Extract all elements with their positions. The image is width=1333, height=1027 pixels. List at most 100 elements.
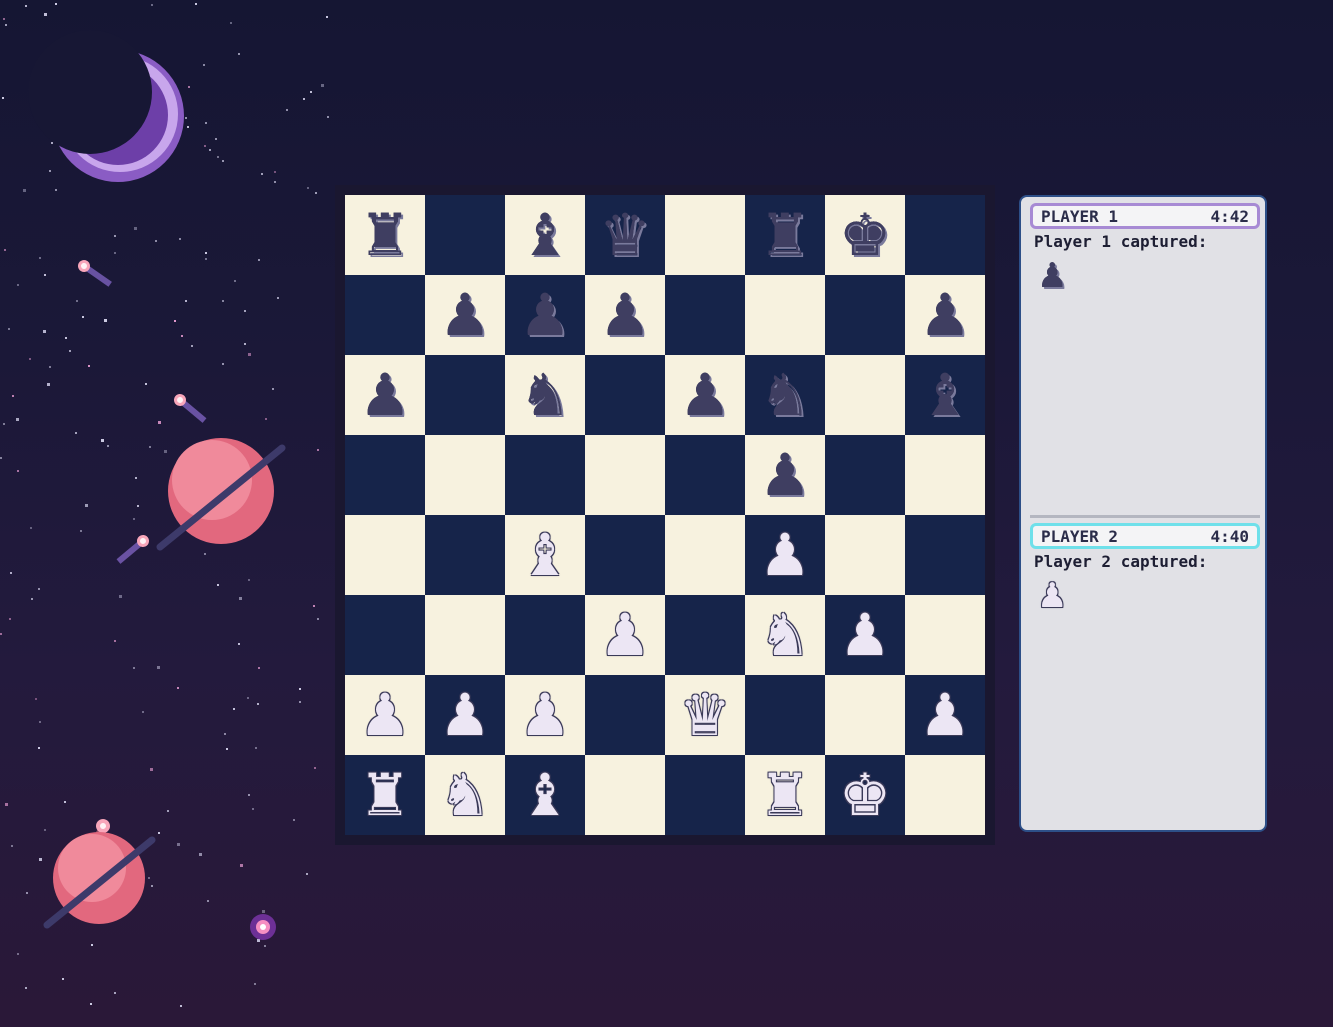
white-pawn-icon[interactable]: ♟ [839, 606, 891, 664]
square-b1[interactable]: ♞ [425, 755, 505, 835]
square-e2[interactable]: ♛ [665, 675, 745, 755]
black-bishop-icon[interactable]: ♝ [519, 206, 571, 264]
square-a7[interactable] [345, 275, 425, 355]
square-b7[interactable]: ♟ [425, 275, 505, 355]
square-h8[interactable] [905, 195, 985, 275]
star-dot [317, 449, 319, 451]
square-e6[interactable]: ♟ [665, 355, 745, 435]
square-e7[interactable] [665, 275, 745, 355]
square-h7[interactable]: ♟ [905, 275, 985, 355]
square-g3[interactable]: ♟ [825, 595, 905, 675]
square-h5[interactable] [905, 435, 985, 515]
square-d3[interactable]: ♟ [585, 595, 665, 675]
white-pawn-icon[interactable]: ♟ [439, 686, 491, 744]
square-a8[interactable]: ♜ [345, 195, 425, 275]
square-g2[interactable] [825, 675, 905, 755]
black-pawn-icon[interactable]: ♟ [759, 446, 811, 504]
square-b5[interactable] [425, 435, 505, 515]
black-knight-icon[interactable]: ♞ [519, 366, 571, 424]
star-dot [313, 605, 315, 607]
square-h4[interactable] [905, 515, 985, 595]
square-b2[interactable]: ♟ [425, 675, 505, 755]
black-queen-icon[interactable]: ♛ [599, 206, 651, 264]
square-h1[interactable] [905, 755, 985, 835]
white-rook-icon[interactable]: ♜ [359, 766, 411, 824]
white-pawn-icon[interactable]: ♟ [919, 686, 971, 744]
square-g5[interactable] [825, 435, 905, 515]
square-d7[interactable]: ♟ [585, 275, 665, 355]
square-c5[interactable] [505, 435, 585, 515]
square-a4[interactable] [345, 515, 425, 595]
black-pawn-icon[interactable]: ♟ [519, 286, 571, 344]
square-d4[interactable] [585, 515, 665, 595]
white-bishop-icon[interactable]: ♝ [519, 526, 571, 584]
square-f5[interactable]: ♟ [745, 435, 825, 515]
square-f2[interactable] [745, 675, 825, 755]
white-king-icon[interactable]: ♚ [839, 766, 891, 824]
white-knight-icon[interactable]: ♞ [759, 606, 811, 664]
black-pawn-icon[interactable]: ♟ [599, 286, 651, 344]
square-g7[interactable] [825, 275, 905, 355]
square-g8[interactable]: ♚ [825, 195, 905, 275]
square-c1[interactable]: ♝ [505, 755, 585, 835]
star-dot [181, 335, 183, 337]
square-a1[interactable]: ♜ [345, 755, 425, 835]
square-c3[interactable] [505, 595, 585, 675]
square-e1[interactable] [665, 755, 745, 835]
square-f7[interactable] [745, 275, 825, 355]
black-pawn-icon[interactable]: ♟ [439, 286, 491, 344]
square-f8[interactable]: ♜ [745, 195, 825, 275]
square-b6[interactable] [425, 355, 505, 435]
square-c8[interactable]: ♝ [505, 195, 585, 275]
square-h6[interactable]: ♝ [905, 355, 985, 435]
black-pawn-icon[interactable]: ♟ [359, 366, 411, 424]
square-d8[interactable]: ♛ [585, 195, 665, 275]
square-d5[interactable] [585, 435, 665, 515]
black-king-icon[interactable]: ♚ [839, 206, 891, 264]
black-rook-icon[interactable]: ♜ [759, 206, 811, 264]
black-knight-icon[interactable]: ♞ [759, 366, 811, 424]
black-pawn-icon[interactable]: ♟ [919, 286, 971, 344]
square-f4[interactable]: ♟ [745, 515, 825, 595]
square-e4[interactable] [665, 515, 745, 595]
white-bishop-icon[interactable]: ♝ [519, 766, 571, 824]
white-rook-icon[interactable]: ♜ [759, 766, 811, 824]
star-dot [150, 768, 153, 771]
square-e3[interactable] [665, 595, 745, 675]
square-e5[interactable] [665, 435, 745, 515]
square-c7[interactable]: ♟ [505, 275, 585, 355]
square-c2[interactable]: ♟ [505, 675, 585, 755]
square-g6[interactable] [825, 355, 905, 435]
star-dot [155, 240, 157, 242]
square-h2[interactable]: ♟ [905, 675, 985, 755]
black-pawn-icon[interactable]: ♟ [679, 366, 731, 424]
square-f3[interactable]: ♞ [745, 595, 825, 675]
square-f6[interactable]: ♞ [745, 355, 825, 435]
square-a2[interactable]: ♟ [345, 675, 425, 755]
square-a5[interactable] [345, 435, 425, 515]
white-pawn-icon[interactable]: ♟ [359, 686, 411, 744]
square-a6[interactable]: ♟ [345, 355, 425, 435]
square-f1[interactable]: ♜ [745, 755, 825, 835]
square-c6[interactable]: ♞ [505, 355, 585, 435]
star-dot [326, 16, 328, 18]
white-knight-icon[interactable]: ♞ [439, 766, 491, 824]
white-pawn-icon[interactable]: ♟ [519, 686, 571, 744]
square-g4[interactable] [825, 515, 905, 595]
white-pawn-icon[interactable]: ♟ [599, 606, 651, 664]
square-e8[interactable] [665, 195, 745, 275]
square-g1[interactable]: ♚ [825, 755, 905, 835]
square-d6[interactable] [585, 355, 665, 435]
black-bishop-icon[interactable]: ♝ [919, 366, 971, 424]
square-d2[interactable] [585, 675, 665, 755]
square-b4[interactable] [425, 515, 505, 595]
square-b3[interactable] [425, 595, 505, 675]
black-rook-icon[interactable]: ♜ [359, 206, 411, 264]
square-b8[interactable] [425, 195, 505, 275]
square-h3[interactable] [905, 595, 985, 675]
square-c4[interactable]: ♝ [505, 515, 585, 595]
square-d1[interactable] [585, 755, 665, 835]
white-queen-icon[interactable]: ♛ [679, 686, 731, 744]
square-a3[interactable] [345, 595, 425, 675]
white-pawn-icon[interactable]: ♟ [759, 526, 811, 584]
